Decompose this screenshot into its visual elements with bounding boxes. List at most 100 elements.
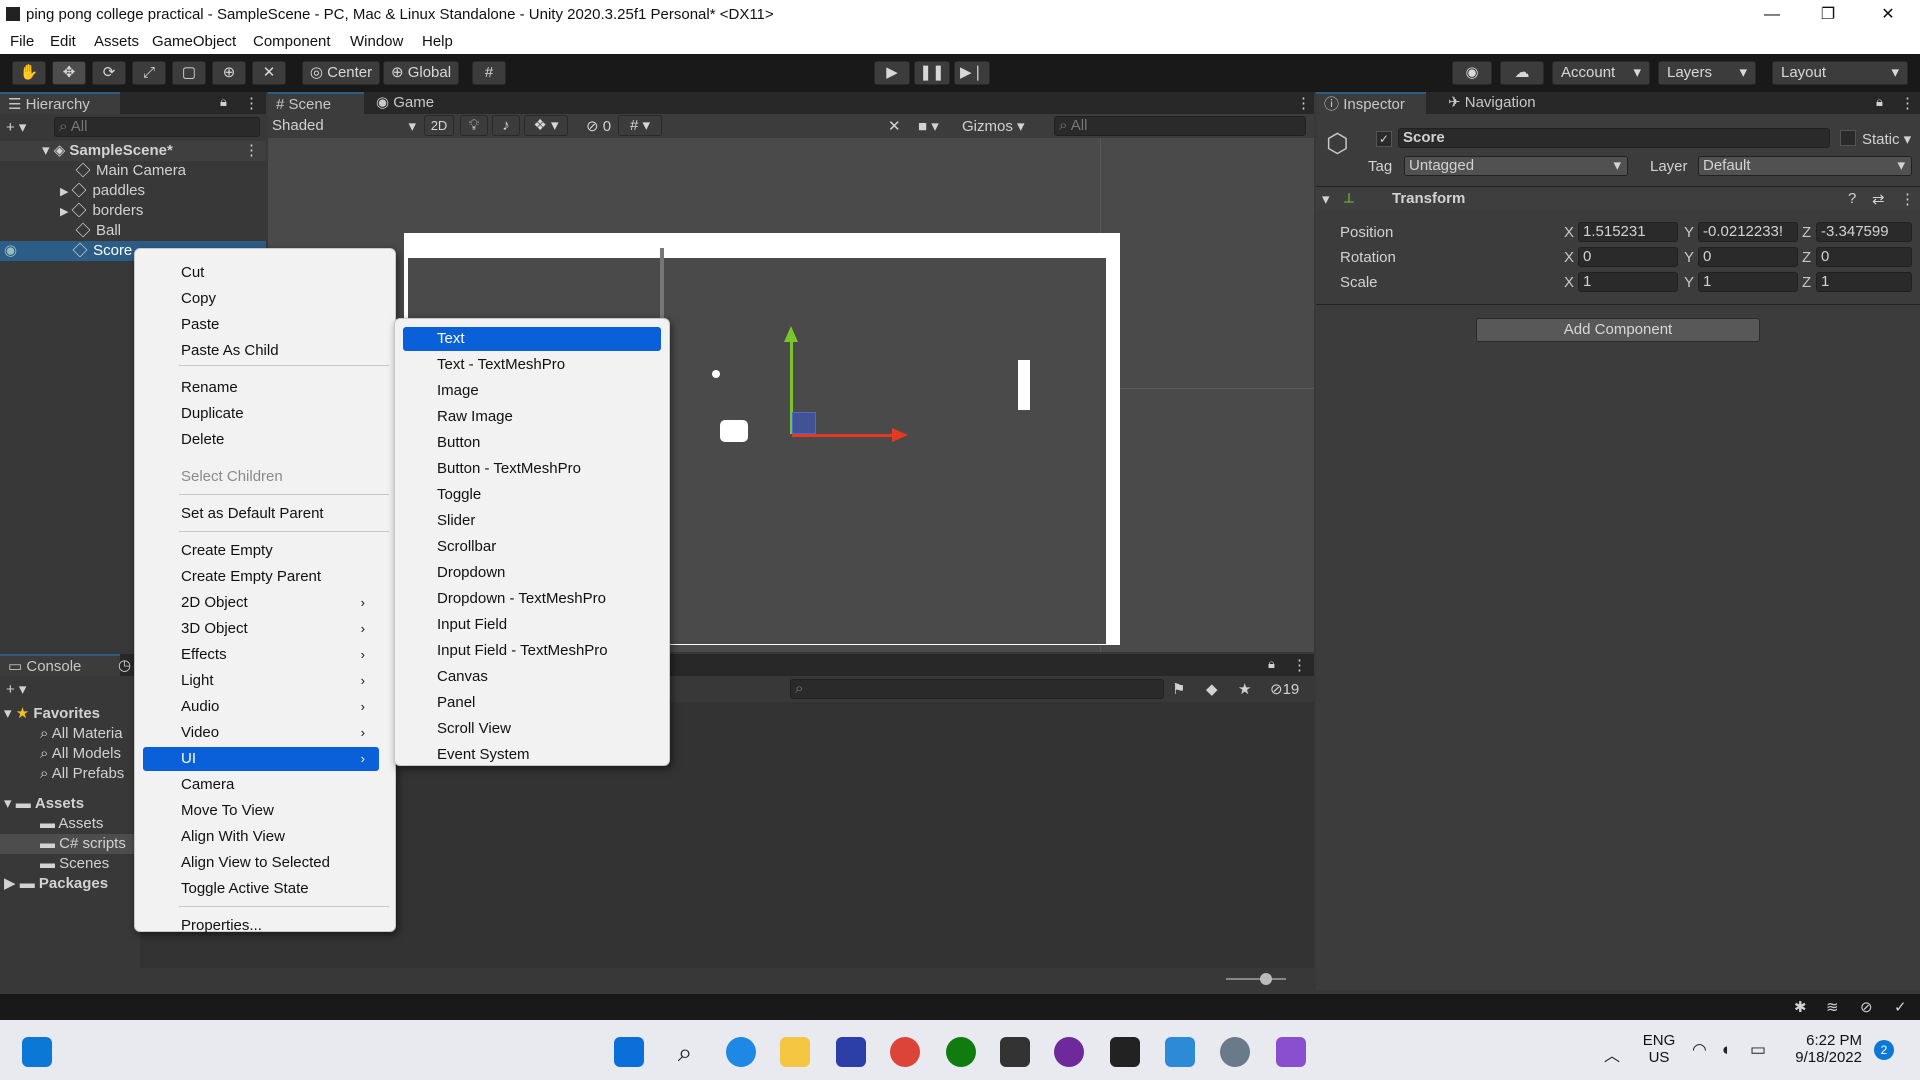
- clock[interactable]: 6:22 PM 9/18/2022: [1786, 1032, 1862, 1066]
- scale-y-input[interactable]: 1: [1698, 272, 1798, 292]
- menu-file[interactable]: File: [10, 33, 34, 50]
- rotation-z-input[interactable]: 0: [1816, 247, 1912, 267]
- active-checkbox[interactable]: ✓: [1376, 131, 1392, 147]
- packages-row[interactable]: ▶ ▬ Packages: [4, 874, 108, 894]
- start-icon[interactable]: [614, 1037, 644, 1067]
- ui-submenu-item[interactable]: Raw Image: [403, 405, 661, 429]
- add-icon[interactable]: + ▾: [6, 118, 26, 136]
- context-menu-item[interactable]: 2D Object ›: [143, 591, 379, 615]
- tab-hierarchy[interactable]: ☰ Hierarchy: [0, 92, 120, 114]
- widgets-icon[interactable]: [22, 1037, 52, 1067]
- cloud-icon[interactable]: ☁: [1500, 61, 1544, 85]
- scene-search-input[interactable]: ⌕ All: [1054, 116, 1306, 136]
- ui-submenu-item[interactable]: Event System: [403, 743, 661, 767]
- position-z-input[interactable]: -3.347599: [1816, 222, 1912, 242]
- object-name-input[interactable]: Score: [1398, 128, 1830, 148]
- static-checkbox[interactable]: [1840, 130, 1856, 146]
- shading-dropdown[interactable]: Shaded ▾: [272, 117, 416, 135]
- x-axis-arrow-icon[interactable]: [892, 428, 908, 442]
- ui-submenu-item[interactable]: Canvas: [403, 665, 661, 689]
- zoom-slider[interactable]: [1226, 978, 1286, 980]
- hierarchy-item-paddles[interactable]: ▶ paddles: [0, 181, 266, 201]
- app-icon[interactable]: [836, 1037, 866, 1067]
- layers-dropdown[interactable]: Layers ▾: [1658, 61, 1756, 85]
- ui-submenu-item[interactable]: Input Field - TextMeshPro: [403, 639, 661, 663]
- context-menu-item[interactable]: Create Empty Parent: [143, 565, 379, 589]
- transform-header[interactable]: ▾ ⟂ Transform ? ⇄ ⋮: [1316, 188, 1920, 210]
- hidden-packages-toggle[interactable]: ⊘19: [1270, 680, 1299, 698]
- context-menu-item[interactable]: Align With View: [143, 825, 379, 849]
- xbox-icon[interactable]: [946, 1037, 976, 1067]
- lock-icon[interactable]: 🔒︎: [220, 94, 227, 110]
- photos-icon[interactable]: [1165, 1037, 1195, 1067]
- battery-icon[interactable]: ▭: [1750, 1040, 1766, 1060]
- scale-x-input[interactable]: 1: [1578, 272, 1678, 292]
- static-dropdown[interactable]: Static ▾: [1862, 130, 1911, 148]
- 2d-toggle-button[interactable]: 2D: [424, 115, 454, 136]
- x-axis-handle[interactable]: [792, 434, 892, 437]
- position-y-input[interactable]: -0.0212233!: [1698, 222, 1798, 242]
- debug-icon[interactable]: ✱: [1794, 998, 1807, 1016]
- hand-tool-icon[interactable]: ✋: [12, 61, 46, 85]
- more-icon[interactable]: ⋮: [1900, 190, 1915, 208]
- context-menu-item[interactable]: Toggle Active State: [143, 877, 379, 901]
- pivot-toggle-button[interactable]: ◎ Center: [302, 61, 380, 85]
- favorite-icon[interactable]: ★: [1238, 680, 1251, 698]
- chrome-icon[interactable]: [890, 1037, 920, 1067]
- move-tool-icon[interactable]: ✥: [52, 61, 86, 85]
- ui-submenu-item[interactable]: Slider: [403, 509, 661, 533]
- rotation-y-input[interactable]: 0: [1698, 247, 1798, 267]
- rect-tool-icon[interactable]: ▢: [172, 61, 206, 85]
- folder-assets[interactable]: ▬ Assets: [40, 814, 103, 834]
- tab-scene[interactable]: # Scene: [268, 92, 364, 114]
- tab-console[interactable]: ▭ Console: [0, 654, 120, 676]
- zoom-slider-handle[interactable]: [1260, 973, 1272, 985]
- context-menu-item[interactable]: Duplicate: [143, 402, 379, 426]
- close-button[interactable]: ✕: [1860, 0, 1916, 30]
- lock-icon[interactable]: 🔒︎: [1268, 656, 1275, 672]
- hierarchy-item-borders[interactable]: ▶ borders: [0, 201, 266, 221]
- menu-edit[interactable]: Edit: [50, 33, 76, 50]
- fav-item-models[interactable]: ⌕ All Models: [40, 744, 121, 764]
- position-x-input[interactable]: 1.515231: [1578, 222, 1678, 242]
- menu-help[interactable]: Help: [422, 33, 453, 50]
- context-menu-item[interactable]: Delete: [143, 428, 379, 452]
- ui-submenu-item[interactable]: Text: [403, 327, 661, 351]
- add-component-button[interactable]: Add Component: [1476, 318, 1760, 342]
- visibility-icon[interactable]: ◉: [4, 242, 17, 259]
- scale-z-input[interactable]: 1: [1816, 272, 1912, 292]
- context-menu-item[interactable]: Paste: [143, 313, 379, 337]
- menu-gameobject[interactable]: GameObject: [152, 33, 236, 50]
- menu-component[interactable]: Component: [253, 33, 331, 50]
- collab-icon[interactable]: ◉: [1452, 61, 1492, 85]
- scene-row[interactable]: ▾ ◈ SampleScene* ⋮: [0, 141, 266, 161]
- context-menu-item[interactable]: Create Empty: [143, 539, 379, 563]
- more-icon[interactable]: ⋮: [1900, 94, 1915, 112]
- hierarchy-item-main-camera[interactable]: Main Camera: [0, 161, 266, 181]
- account-dropdown[interactable]: Account ▾: [1552, 61, 1650, 85]
- effects-dropdown[interactable]: ❖ ▾: [524, 115, 568, 136]
- hierarchy-item-ball[interactable]: Ball: [0, 221, 266, 241]
- lighting-icon[interactable]: 💡︎: [460, 115, 488, 136]
- ui-submenu-item[interactable]: Image: [403, 379, 661, 403]
- ui-submenu-item[interactable]: Scrollbar: [403, 535, 661, 559]
- ui-submenu-item[interactable]: Button: [403, 431, 661, 455]
- ui-submenu-item[interactable]: Toggle: [403, 483, 661, 507]
- assets-root-row[interactable]: ▾ ▬ Assets: [4, 794, 84, 814]
- ui-submenu-item[interactable]: Dropdown - TextMeshPro: [403, 587, 661, 611]
- gizmos-dropdown[interactable]: Gizmos ▾: [962, 117, 1025, 135]
- folder-scenes[interactable]: ▬ Scenes: [40, 854, 109, 874]
- play-button[interactable]: ▶: [874, 61, 910, 85]
- context-menu-item[interactable]: Video ›: [143, 721, 379, 745]
- transform-tool-icon[interactable]: ⊕: [212, 61, 246, 85]
- context-menu-item[interactable]: Copy: [143, 287, 379, 311]
- context-menu-item[interactable]: Cut: [143, 261, 379, 285]
- add-icon[interactable]: + ▾: [6, 680, 26, 698]
- scale-tool-icon[interactable]: ⤢: [132, 61, 166, 85]
- maximize-button[interactable]: ❐: [1800, 0, 1856, 30]
- language-indicator[interactable]: ENG US: [1642, 1032, 1676, 1066]
- xy-plane-handle[interactable]: [792, 412, 816, 434]
- menu-window[interactable]: Window: [350, 33, 403, 50]
- ui-submenu-item[interactable]: Input Field: [403, 613, 661, 637]
- visual-studio-icon[interactable]: [1276, 1037, 1306, 1067]
